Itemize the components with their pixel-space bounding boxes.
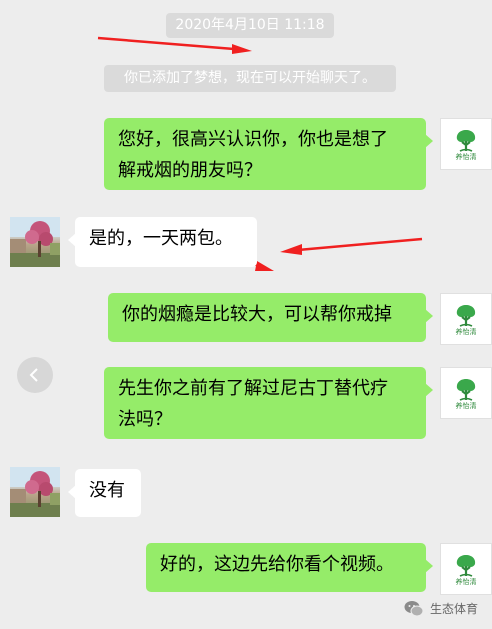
tree-logo-icon <box>456 554 476 577</box>
avatar-brand-text: 养怡清 <box>455 327 477 336</box>
message-bubble-incoming[interactable]: 没有 <box>68 469 141 517</box>
message-bubble-outgoing[interactable]: 您好，很高兴认识你，你也是想了 解戒烟的朋友吗？ <box>104 118 433 190</box>
message-bubble-outgoing[interactable]: 先生你之前有了解过尼古丁替代疗 法吗？ <box>104 367 433 439</box>
my-avatar[interactable]: 养怡清 <box>440 118 492 170</box>
message-text-line: 您好，很高兴认识你，你也是想了 <box>118 129 388 150</box>
wechat-icon <box>404 600 424 616</box>
message-bubble-incoming[interactable]: 是的，一天两包。 <box>68 217 257 267</box>
message-text-line: 是的，一天两包。 <box>89 228 233 249</box>
avatar-brand-text: 养怡清 <box>455 152 477 161</box>
message-bubble-outgoing[interactable]: 你的烟瘾是比较大，可以帮你戒掉 <box>108 293 433 342</box>
chevron-left-icon <box>29 368 38 382</box>
my-avatar[interactable]: 养怡清 <box>440 293 492 345</box>
message-text-line: 解戒烟的朋友吗？ <box>118 160 262 181</box>
flowering-tree-photo <box>10 467 60 517</box>
contact-avatar[interactable] <box>10 467 60 517</box>
message-bubble-outgoing[interactable]: 好的，这边先给你看个视频。 <box>146 543 433 592</box>
avatar-brand-text: 养怡清 <box>455 401 477 410</box>
flowering-tree-photo <box>10 217 60 267</box>
message-text-line: 你的烟瘾是比较大，可以帮你戒掉 <box>122 304 392 325</box>
contact-avatar[interactable] <box>10 217 60 267</box>
message-text-line: 先生你之前有了解过尼古丁替代疗 <box>118 378 388 399</box>
tree-logo-icon <box>456 129 476 152</box>
annotation-arrow-right <box>280 237 423 255</box>
annotation-arrow-top <box>97 36 252 54</box>
my-avatar[interactable]: 养怡清 <box>440 367 492 419</box>
watermark: 生态体育 <box>404 598 478 618</box>
previous-button[interactable] <box>17 357 53 393</box>
tree-logo-icon <box>456 304 476 327</box>
system-notice: 你已添加了梦想，现在可以开始聊天了。 <box>104 65 396 92</box>
my-avatar[interactable]: 养怡清 <box>440 543 492 595</box>
message-text-line: 好的，这边先给你看个视频。 <box>160 554 394 575</box>
watermark-text: 生态体育 <box>430 601 479 616</box>
message-text-line: 没有 <box>89 480 125 501</box>
message-text-line: 法吗？ <box>118 409 172 430</box>
avatar-brand-text: 养怡清 <box>455 577 477 586</box>
tree-logo-icon <box>456 378 476 401</box>
